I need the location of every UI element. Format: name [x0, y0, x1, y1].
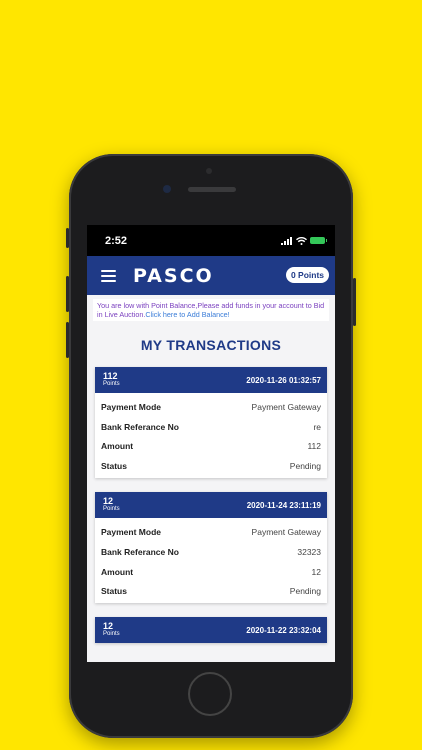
payment-mode-value: Payment Gateway [251, 401, 321, 412]
transaction-details: Payment Mode Payment Gateway Bank Referan… [95, 393, 327, 478]
status-icons [281, 236, 327, 245]
hamburger-menu-icon[interactable] [101, 269, 116, 282]
bank-ref-row: Bank Referance No 32323 [101, 542, 321, 562]
top-sensor [206, 168, 212, 174]
payment-mode-label: Payment Mode [101, 401, 161, 412]
amount-value: 12 [311, 566, 321, 577]
bank-ref-label: Bank Referance No [101, 546, 179, 557]
points-value: 12 [103, 496, 114, 507]
pasco-logo: PASCO [133, 264, 214, 287]
points-label: Points [103, 631, 120, 638]
transaction-card[interactable]: 12 Points 2020-11-22 23:32:04 [95, 617, 327, 644]
payment-mode-row: Payment Mode Payment Gateway [101, 397, 321, 417]
volume-up-button [66, 276, 69, 312]
points-balance-badge[interactable]: 0 Points [285, 267, 329, 283]
status-label: Status [101, 461, 127, 472]
payment-mode-label: Payment Mode [101, 527, 161, 538]
volume-down-button [66, 322, 69, 358]
status-row: Status Pending [101, 456, 321, 476]
bank-ref-value: re [313, 421, 321, 432]
wifi-icon [296, 236, 307, 245]
transaction-points: 12 Points [103, 622, 120, 638]
transaction-details: Payment Mode Payment Gateway Bank Referan… [95, 518, 327, 603]
low-balance-notice[interactable]: You are low with Point Balance,Please ad… [93, 299, 329, 321]
status-row: Status Pending [101, 582, 321, 602]
amount-label: Amount [101, 441, 134, 452]
amount-row: Amount 112 [101, 437, 321, 457]
bank-ref-label: Bank Referance No [101, 421, 179, 432]
transaction-date: 2020-11-26 01:32:57 [246, 375, 321, 385]
amount-value: 112 [307, 441, 321, 452]
transaction-points: 112 Points [103, 372, 120, 388]
transaction-header: 12 Points 2020-11-24 23:11:19 [95, 492, 327, 519]
status-value: Pending [289, 586, 321, 597]
points-label: Points [103, 506, 120, 513]
transaction-header: 112 Points 2020-11-26 01:32:57 [95, 367, 327, 393]
app-screen: 2:52 PASCO 0 Points You are low with Poi… [87, 225, 335, 662]
points-label: Points [103, 381, 120, 387]
power-button [353, 278, 356, 326]
earpiece-speaker [188, 187, 236, 192]
payment-mode-row: Payment Mode Payment Gateway [101, 522, 321, 542]
transaction-header: 12 Points 2020-11-22 23:32:04 [95, 617, 327, 644]
app-header: PASCO 0 Points [87, 256, 335, 295]
silent-switch [66, 228, 69, 248]
signal-icon [281, 236, 292, 245]
battery-charging-icon [310, 237, 327, 244]
front-camera [163, 185, 171, 193]
transaction-date: 2020-11-24 23:11:19 [246, 500, 321, 510]
points-value: 112 [103, 371, 118, 381]
page-title: MY TRANSACTIONS [140, 337, 282, 353]
amount-label: Amount [101, 566, 134, 577]
transaction-points: 12 Points [103, 497, 120, 513]
status-time: 2:52 [105, 234, 128, 247]
transaction-date: 2020-11-22 23:32:04 [246, 625, 321, 635]
transaction-card[interactable]: 112 Points 2020-11-26 01:32:57 Payment M… [95, 367, 327, 479]
payment-mode-value: Payment Gateway [251, 527, 321, 538]
bank-ref-row: Bank Referance No re [101, 417, 321, 437]
status-bar: 2:52 [87, 225, 335, 256]
status-label: Status [101, 586, 127, 597]
home-button[interactable] [188, 672, 232, 716]
status-value: Pending [289, 461, 321, 472]
transaction-card[interactable]: 12 Points 2020-11-24 23:11:19 Payment Mo… [95, 492, 327, 604]
points-value: 12 [103, 621, 114, 632]
bank-ref-value: 32323 [297, 546, 321, 557]
add-balance-link[interactable]: Click here to Add Balance! [145, 310, 229, 319]
amount-row: Amount 12 [101, 562, 321, 582]
